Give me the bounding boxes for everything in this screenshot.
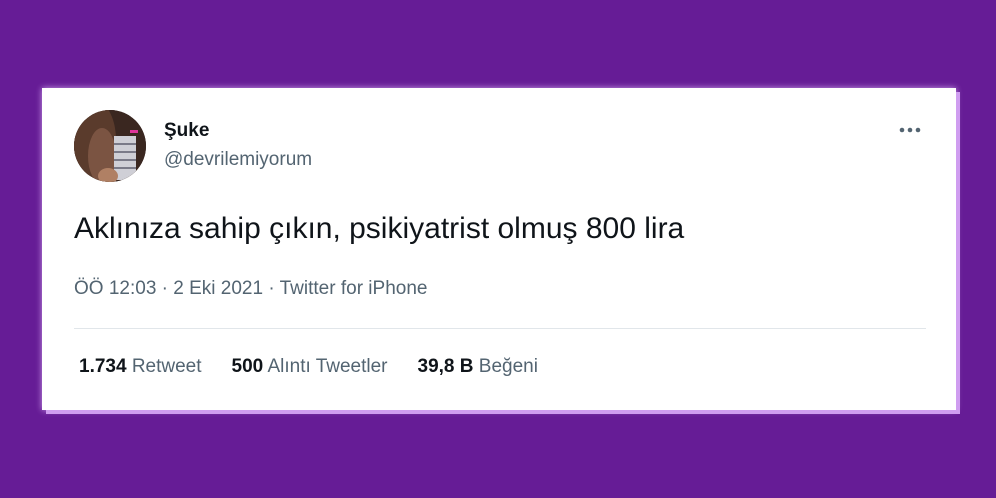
tweet-text: Aklınıza sahip çıkın, psikiyatrist olmuş…: [74, 212, 685, 245]
retweet-count[interactable]: 1.734 Retweet: [79, 356, 202, 378]
display-name[interactable]: Şuke: [164, 120, 209, 142]
tweet-time[interactable]: ÖÖ 12:03: [74, 278, 156, 299]
tweet-card: Şuke @devrilemiyorum Aklınıza sahip çıkı…: [42, 88, 956, 410]
tweet-date[interactable]: 2 Eki 2021: [173, 278, 263, 299]
divider: [74, 328, 926, 329]
meta-separator: ·: [161, 278, 168, 299]
user-handle[interactable]: @devrilemiyorum: [164, 149, 312, 171]
tweet-source[interactable]: Twitter for iPhone: [280, 278, 428, 299]
stat-value: 1.734: [79, 356, 127, 377]
avatar[interactable]: [74, 110, 146, 182]
stat-label: Beğeni: [478, 356, 538, 377]
tweet-stats: 1.734 Retweet 500 Alıntı Tweetler 39,8 B…: [79, 356, 538, 378]
more-horizontal-icon: [899, 127, 921, 133]
stat-value: 39,8 B: [417, 356, 474, 377]
stat-value: 500: [231, 356, 264, 377]
more-options-button[interactable]: [892, 116, 928, 144]
tweet-meta: ÖÖ 12:03 · 2 Eki 2021 · Twitter for iPho…: [74, 278, 427, 300]
stat-label: Alıntı Tweetler: [267, 356, 388, 377]
stat-label: Retweet: [131, 356, 202, 377]
avatar-image: [74, 110, 146, 182]
meta-separator: ·: [268, 278, 275, 299]
quote-tweet-count[interactable]: 500 Alıntı Tweetler: [232, 356, 388, 378]
like-count[interactable]: 39,8 B Beğeni: [418, 356, 538, 378]
